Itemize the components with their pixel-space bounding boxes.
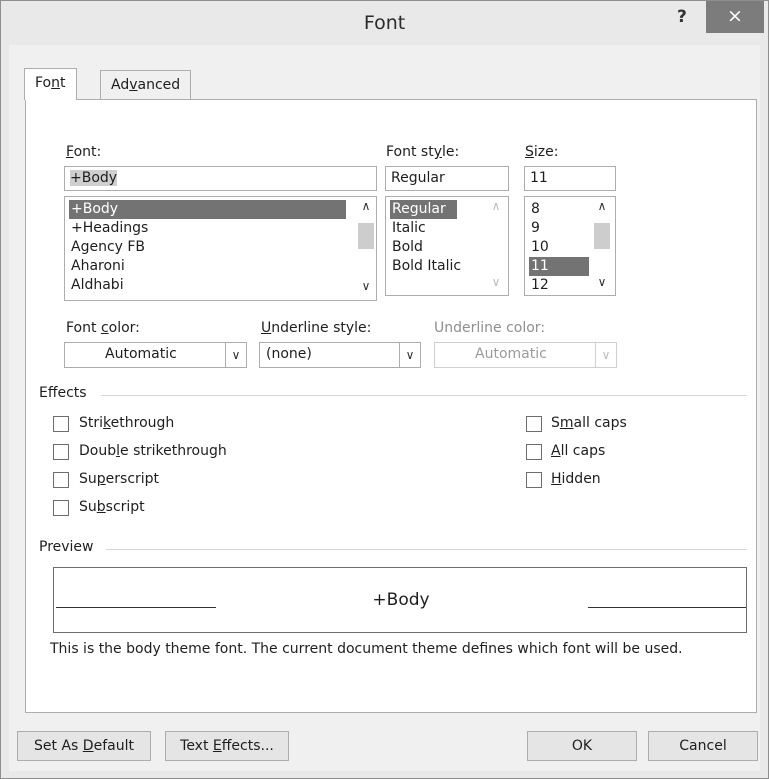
effects-divider (101, 395, 747, 396)
font-list-item[interactable]: Aldhabi (69, 276, 124, 295)
scroll-up-icon[interactable]: ∧ (359, 199, 373, 213)
size-list-item[interactable]: 10 (529, 238, 549, 257)
font-listbox[interactable]: +Body +Headings Agency FB Aharoni Aldhab… (64, 196, 377, 301)
scroll-up-icon[interactable]: ∧ (595, 199, 609, 213)
font-input[interactable]: +Body (64, 166, 377, 191)
subscript-checkbox[interactable] (53, 500, 69, 516)
hidden-checkbox[interactable] (526, 472, 542, 488)
dialog-title: Font (363, 12, 406, 34)
small-caps-label: Small caps (551, 415, 627, 431)
font-style-list-item[interactable]: Italic (390, 219, 426, 238)
size-input[interactable]: 11 (524, 166, 616, 191)
effects-heading: Effects (39, 385, 87, 401)
chevron-down-icon[interactable]: ∨ (595, 343, 616, 367)
superscript-label: Superscript (79, 471, 160, 487)
font-scrollbar[interactable]: ∧ ∨ (356, 197, 376, 300)
underline-color-value: Automatic (475, 346, 547, 362)
underline-style-value: (none) (266, 346, 312, 362)
ok-button[interactable]: OK (527, 731, 637, 761)
preview-box: +Body (53, 567, 747, 633)
text-effects-button[interactable]: Text Effects... (165, 731, 289, 761)
underline-color-label: Underline color: (434, 320, 546, 336)
hidden-label: Hidden (551, 471, 601, 487)
font-label: Font: (66, 144, 102, 160)
size-label: Size: (525, 144, 559, 160)
font-list-item[interactable]: +Body (69, 200, 346, 219)
size-list-item[interactable]: 12 (529, 276, 549, 295)
scroll-down-icon[interactable]: ∨ (359, 279, 373, 293)
set-as-default-button[interactable]: Set As Default (17, 731, 151, 761)
font-style-list-item[interactable]: Bold (390, 238, 423, 257)
strikethrough-checkbox[interactable] (53, 416, 69, 432)
underline-style-label: Underline style: (261, 320, 372, 336)
all-caps-checkbox[interactable] (526, 444, 542, 460)
preview-description: This is the body theme font. The current… (50, 641, 683, 657)
preview-divider (106, 549, 747, 550)
chevron-down-icon[interactable]: ∨ (399, 343, 420, 367)
tab-advanced[interactable]: Advanced (100, 70, 192, 100)
font-style-listbox[interactable]: Regular Italic Bold Bold Italic ∧ ∨ (385, 196, 509, 296)
font-list-item[interactable]: Agency FB (69, 238, 145, 257)
cancel-button[interactable]: Cancel (648, 731, 758, 761)
font-input-value: +Body (70, 170, 118, 186)
font-style-input[interactable]: Regular (385, 166, 509, 191)
font-color-label: Font color: (66, 320, 140, 336)
font-color-select[interactable]: Automatic ∨ (64, 342, 247, 368)
size-list-item[interactable]: 9 (529, 219, 540, 238)
scroll-thumb[interactable] (594, 223, 610, 249)
tab-advanced-label: Advanced (111, 77, 181, 93)
dialog-client-area: Font Advanced Font: +Body +Body +Heading… (9, 45, 760, 771)
size-list-item[interactable]: 11 (529, 257, 589, 276)
scroll-down-icon[interactable]: ∨ (595, 275, 609, 289)
size-listbox[interactable]: 8 9 10 11 12 ∧ ∨ (524, 196, 616, 296)
font-color-value: Automatic (105, 346, 177, 362)
chevron-down-icon[interactable]: ∨ (225, 343, 246, 367)
size-list-item[interactable]: 8 (529, 200, 540, 219)
font-list-item[interactable]: +Headings (69, 219, 148, 238)
strikethrough-label: Strikethrough (79, 415, 175, 431)
font-style-list-item[interactable]: Regular (390, 200, 457, 219)
scroll-thumb[interactable] (358, 223, 374, 249)
font-style-list-item[interactable]: Bold Italic (390, 257, 461, 276)
scroll-up-icon[interactable]: ∧ (489, 199, 503, 213)
all-caps-label: All caps (551, 443, 606, 459)
scroll-down-icon[interactable]: ∨ (489, 275, 503, 289)
help-icon[interactable]: ? (677, 7, 687, 27)
tab-font[interactable]: Font (24, 68, 77, 100)
close-icon[interactable]: × (706, 1, 764, 33)
font-style-label: Font style: (386, 144, 460, 160)
tab-font-label: Font (35, 75, 66, 91)
font-dialog: Font ? × Font Advanced Font: +Body +Body… (0, 0, 769, 779)
title-bar: Font ? × (1, 1, 768, 45)
superscript-checkbox[interactable] (53, 472, 69, 488)
underline-color-select[interactable]: Automatic ∨ (434, 342, 617, 368)
font-style-scrollbar[interactable]: ∧ ∨ (486, 197, 506, 295)
size-scrollbar[interactable]: ∧ ∨ (592, 197, 612, 295)
underline-style-select[interactable]: (none) ∨ (259, 342, 421, 368)
preview-heading: Preview (39, 539, 94, 555)
double-strikethrough-label: Double strikethrough (79, 443, 227, 459)
subscript-label: Subscript (79, 499, 145, 515)
small-caps-checkbox[interactable] (526, 416, 542, 432)
double-strikethrough-checkbox[interactable] (53, 444, 69, 460)
font-list-item[interactable]: Aharoni (69, 257, 125, 276)
preview-right-rule (588, 607, 746, 608)
